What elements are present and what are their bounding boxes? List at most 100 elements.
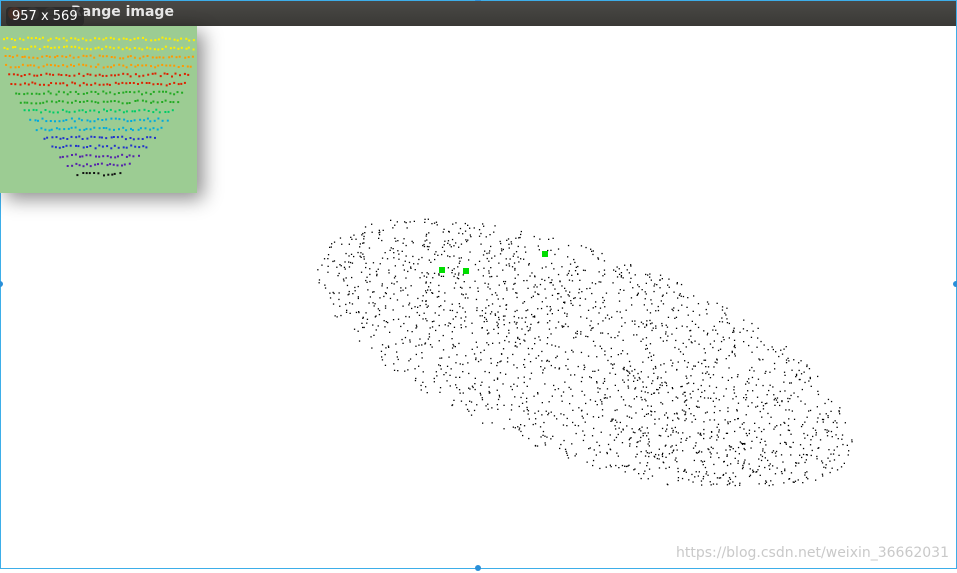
cloud-point bbox=[439, 357, 441, 359]
cloud-point bbox=[740, 442, 743, 444]
cloud-point bbox=[447, 267, 449, 269]
cloud-point bbox=[645, 273, 647, 276]
cloud-point bbox=[484, 370, 486, 373]
cloud-point bbox=[368, 247, 371, 249]
cloud-point bbox=[659, 279, 661, 281]
point-cloud-viewer[interactable] bbox=[0, 26, 957, 569]
cloud-point bbox=[453, 245, 455, 247]
cloud-point bbox=[475, 358, 477, 361]
cloud-point bbox=[380, 350, 383, 352]
cloud-point bbox=[762, 408, 765, 410]
cloud-point bbox=[769, 468, 771, 470]
cloud-point bbox=[817, 375, 819, 378]
cloud-point bbox=[596, 381, 598, 383]
cloud-point bbox=[800, 400, 802, 402]
cloud-point bbox=[654, 411, 656, 413]
cloud-point bbox=[677, 432, 679, 434]
cloud-point bbox=[675, 457, 677, 459]
cloud-point bbox=[706, 301, 709, 303]
cloud-point bbox=[478, 235, 481, 237]
cloud-point bbox=[715, 397, 717, 400]
cloud-point bbox=[790, 382, 792, 384]
cloud-point bbox=[699, 432, 702, 434]
cloud-point bbox=[795, 373, 798, 375]
cloud-point bbox=[438, 273, 440, 275]
cloud-point bbox=[641, 426, 643, 428]
cloud-point bbox=[677, 297, 679, 299]
cloud-point bbox=[533, 235, 535, 238]
cloud-point bbox=[634, 323, 636, 325]
cloud-point bbox=[403, 269, 405, 271]
cloud-point bbox=[408, 316, 410, 318]
cloud-point bbox=[841, 438, 843, 440]
cloud-point bbox=[783, 371, 786, 373]
cloud-point bbox=[751, 402, 753, 404]
cloud-point bbox=[520, 424, 522, 426]
cloud-point bbox=[634, 388, 636, 390]
cloud-point bbox=[524, 246, 526, 248]
cloud-point bbox=[821, 418, 824, 421]
cloud-point bbox=[451, 309, 454, 312]
cloud-point bbox=[491, 422, 493, 424]
cloud-point bbox=[623, 289, 625, 291]
cloud-point bbox=[683, 401, 686, 403]
cloud-point bbox=[508, 247, 510, 249]
cloud-point bbox=[520, 233, 522, 236]
cloud-point bbox=[705, 366, 707, 368]
cloud-point bbox=[505, 258, 507, 260]
cloud-point bbox=[832, 421, 834, 424]
cloud-point bbox=[686, 377, 688, 379]
cloud-point bbox=[646, 465, 648, 467]
cloud-point bbox=[348, 266, 351, 268]
cloud-point bbox=[564, 287, 566, 289]
cloud-point bbox=[465, 326, 467, 328]
cloud-point bbox=[421, 357, 423, 359]
cloud-point bbox=[489, 288, 491, 290]
cloud-point bbox=[679, 351, 682, 353]
cloud-point bbox=[785, 346, 787, 348]
cloud-point bbox=[616, 452, 618, 454]
cloud-point bbox=[631, 370, 633, 372]
cloud-point bbox=[703, 397, 706, 399]
cloud-point bbox=[703, 428, 705, 431]
cloud-point bbox=[678, 418, 680, 420]
window-titlebar[interactable]: ✕ – ▢ Range image bbox=[1, 1, 956, 26]
cloud-point bbox=[383, 320, 385, 322]
cloud-point bbox=[644, 470, 646, 472]
cloud-point bbox=[716, 483, 718, 485]
cloud-point bbox=[629, 445, 631, 447]
cloud-point bbox=[485, 307, 487, 309]
cloud-point bbox=[675, 431, 677, 433]
cloud-point bbox=[612, 418, 614, 420]
cloud-point bbox=[764, 451, 766, 454]
cloud-point bbox=[812, 435, 814, 438]
cloud-point bbox=[660, 364, 662, 366]
cloud-point bbox=[645, 324, 648, 327]
cloud-point bbox=[642, 432, 644, 435]
cloud-point bbox=[755, 471, 757, 473]
cloud-point bbox=[650, 359, 653, 361]
cloud-point bbox=[608, 318, 610, 320]
cloud-point bbox=[439, 365, 441, 367]
cloud-point bbox=[426, 239, 428, 241]
cloud-point bbox=[366, 281, 368, 283]
cloud-point bbox=[331, 243, 333, 245]
cloud-point bbox=[700, 460, 702, 462]
cloud-point bbox=[570, 374, 572, 376]
cloud-point bbox=[727, 407, 729, 409]
cloud-point bbox=[739, 482, 741, 484]
cloud-point bbox=[511, 266, 514, 268]
cloud-point bbox=[774, 397, 776, 400]
cloud-point bbox=[621, 325, 623, 327]
cloud-point bbox=[338, 272, 340, 275]
cloud-point bbox=[604, 273, 606, 275]
cloud-point bbox=[688, 338, 690, 341]
cloud-point bbox=[630, 406, 632, 408]
cloud-point bbox=[574, 424, 576, 426]
cloud-point bbox=[689, 393, 691, 395]
cloud-point bbox=[628, 272, 630, 274]
cloud-point bbox=[585, 246, 587, 249]
cloud-point bbox=[408, 261, 411, 264]
cloud-point bbox=[649, 276, 651, 278]
cloud-point bbox=[428, 286, 430, 288]
